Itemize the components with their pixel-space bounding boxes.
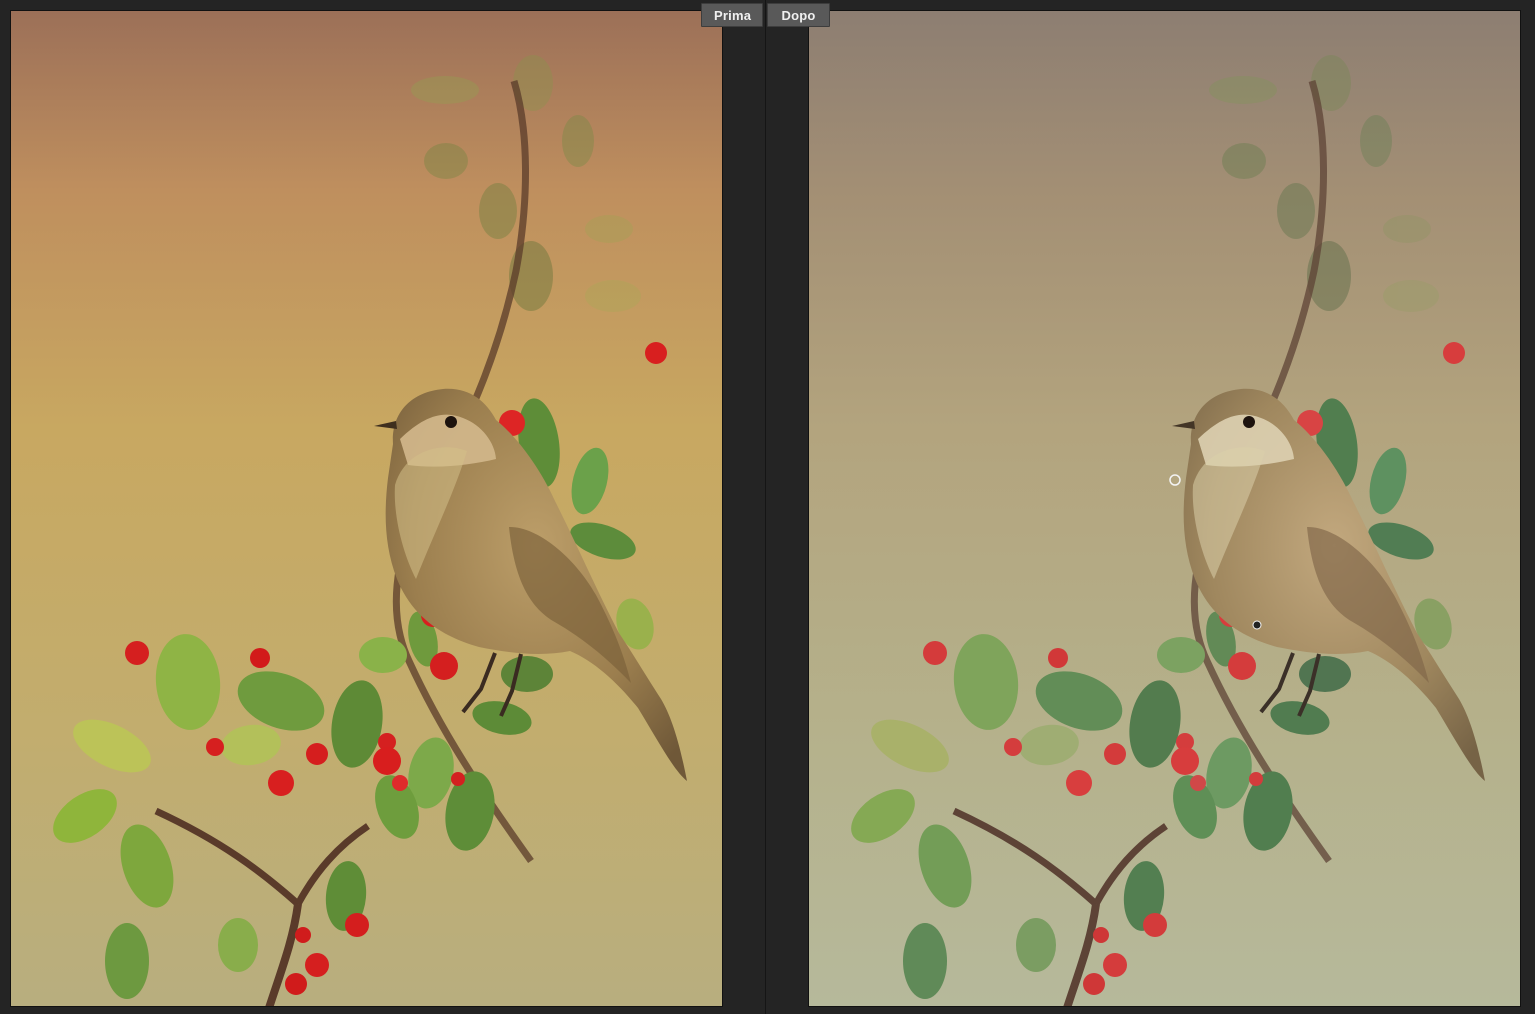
selection-pin-icon[interactable]	[1252, 620, 1262, 630]
after-image	[808, 10, 1521, 1007]
after-tab-label[interactable]: Dopo	[767, 3, 830, 27]
before-after-comparison-view: Prima Dopo	[0, 0, 1535, 1014]
before-image	[10, 10, 723, 1007]
pane-divider[interactable]	[765, 0, 766, 1014]
after-photo-graphic	[809, 11, 1520, 1006]
before-tab-label[interactable]: Prima	[701, 3, 763, 27]
before-photo-graphic	[11, 11, 722, 1006]
